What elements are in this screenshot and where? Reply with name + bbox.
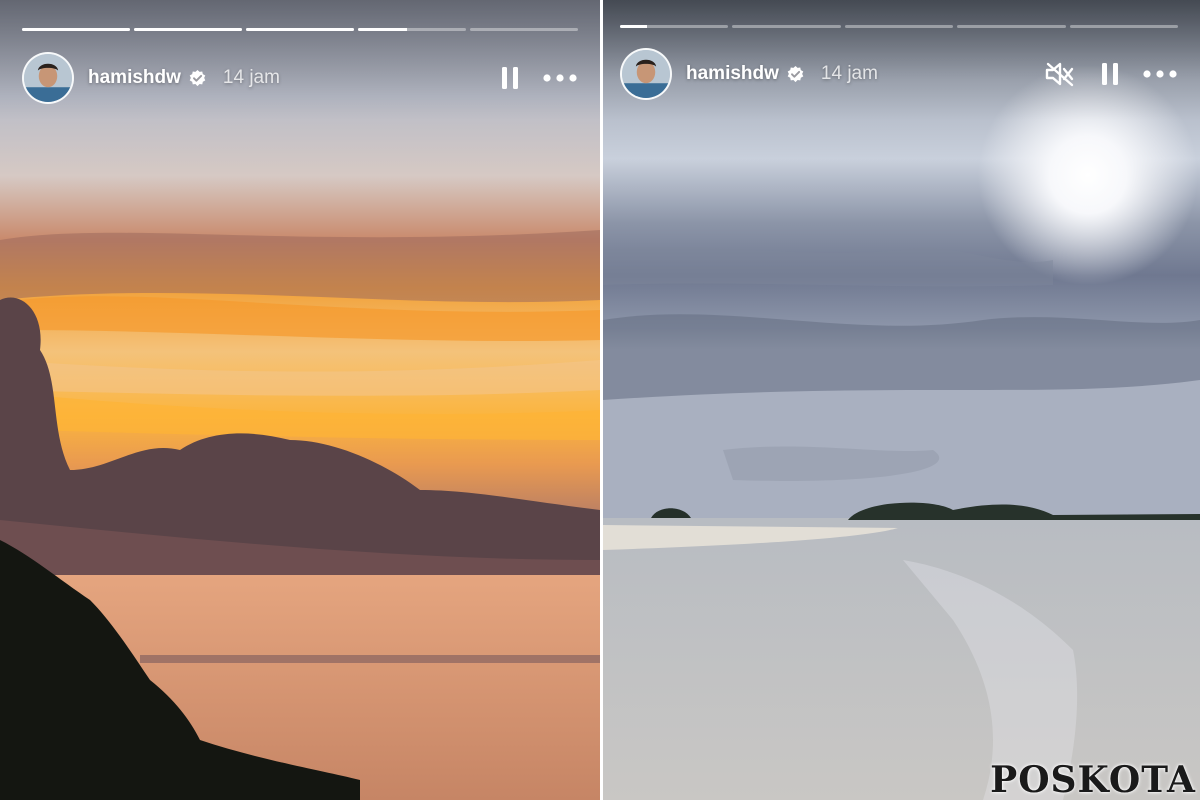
progress-segment [732, 25, 841, 28]
story-progress-bar [22, 28, 578, 31]
story-left[interactable]: hamishdw 14 jam [0, 0, 600, 800]
progress-segment [620, 25, 729, 28]
pause-button[interactable] [1092, 56, 1128, 92]
verified-badge-icon [786, 65, 805, 84]
story-right[interactable]: hamishdw 14 jam [603, 0, 1200, 800]
progress-segment [134, 28, 242, 31]
pause-icon [1102, 63, 1118, 85]
more-horizontal-icon [543, 74, 577, 82]
progress-segment [358, 28, 466, 31]
story-comparison: hamishdw 14 jam hamishdw 14 jam POSKOTA [0, 0, 1200, 800]
avatar[interactable] [22, 52, 74, 104]
username[interactable]: hamishdw [686, 63, 779, 85]
pause-icon [502, 67, 518, 89]
progress-segment [246, 28, 354, 31]
more-horizontal-icon [1143, 70, 1177, 78]
progress-segment [844, 25, 954, 28]
story-header: hamishdw 14 jam [620, 47, 1178, 101]
post-time: 14 jam [820, 63, 878, 84]
verified-badge-icon [188, 69, 207, 88]
avatar[interactable] [620, 48, 672, 100]
mute-button[interactable] [1042, 56, 1078, 92]
poskota-watermark-logo: POSKOTA [990, 759, 1196, 800]
story-progress-bar [620, 25, 1179, 28]
speaker-muted-icon [1045, 62, 1074, 87]
pause-button[interactable] [492, 60, 528, 96]
more-options-button[interactable] [542, 60, 578, 96]
post-time: 14 jam [222, 67, 280, 88]
progress-segment [470, 28, 578, 31]
sunset-sky-photo [0, 0, 600, 800]
cloudy-beach-photo [603, 0, 1200, 800]
progress-segment [957, 25, 1066, 28]
story-header: hamishdw 14 jam [22, 51, 578, 105]
progress-segment [22, 28, 130, 31]
username[interactable]: hamishdw [88, 67, 181, 89]
progress-segment [1069, 25, 1179, 28]
more-options-button[interactable] [1142, 56, 1178, 92]
